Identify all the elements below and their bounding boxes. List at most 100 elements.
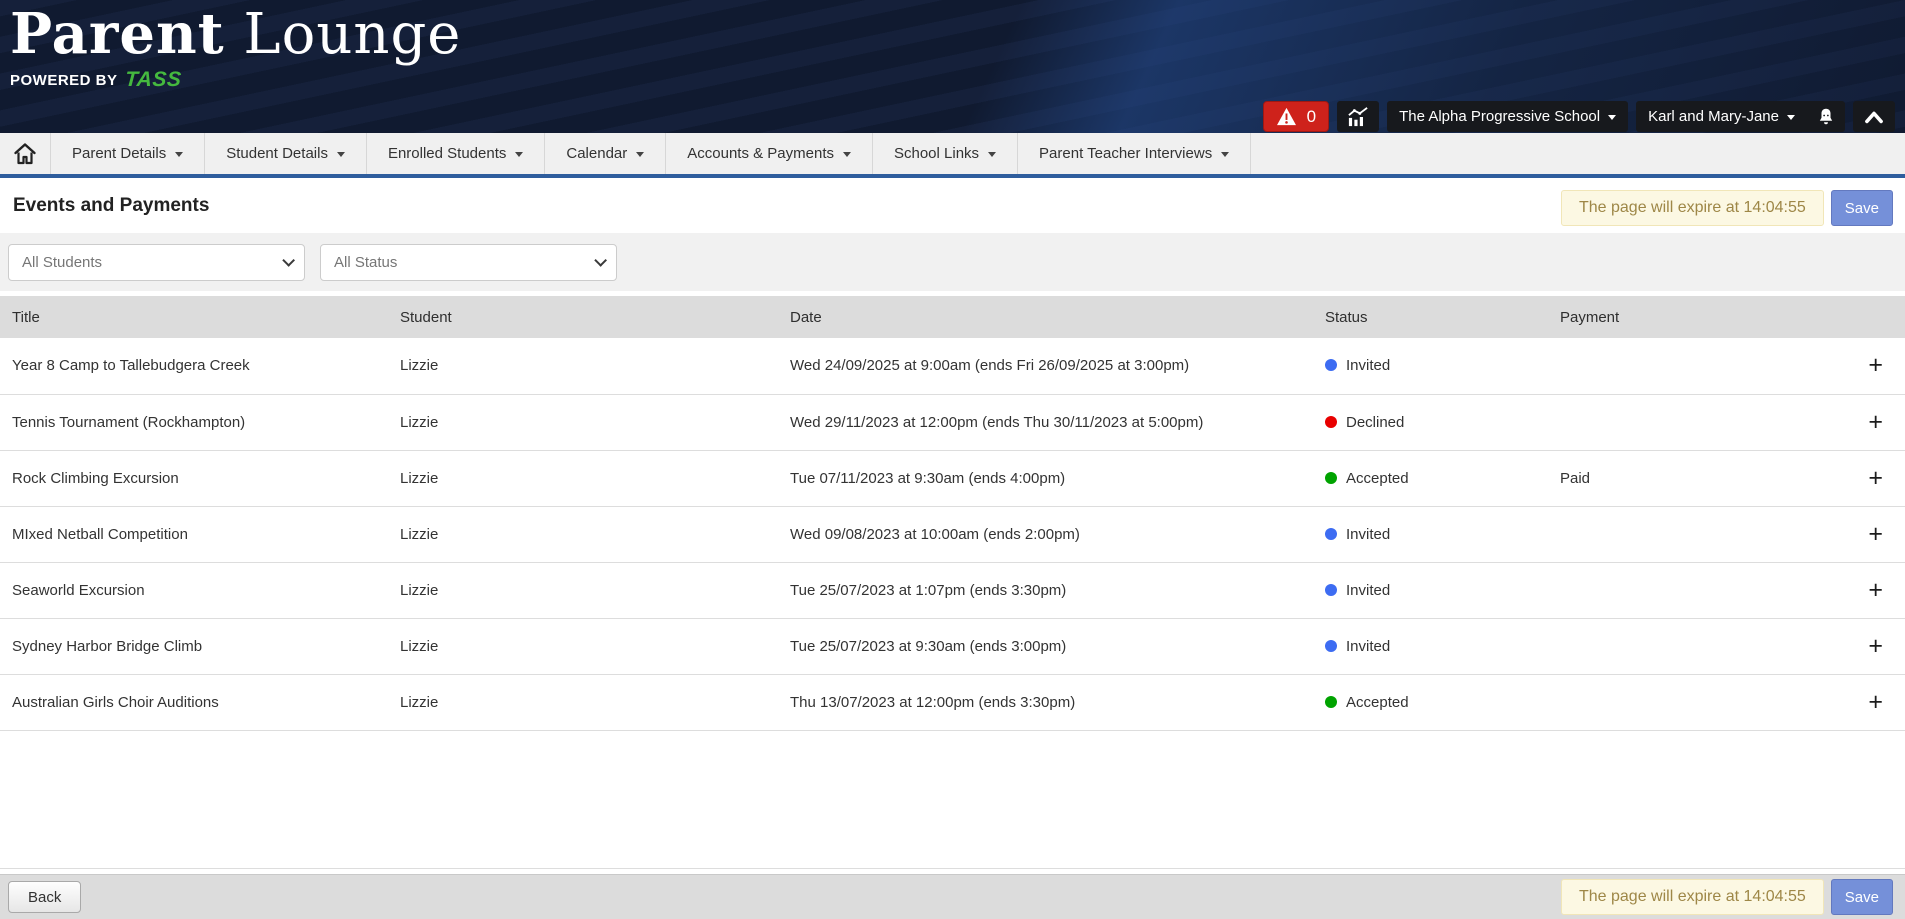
nav-item-label: Accounts & Payments [687, 145, 834, 162]
event-date: Thu 13/07/2023 at 12:00pm (ends 3:30pm) [778, 674, 1313, 730]
status-dot-icon [1325, 528, 1337, 540]
event-title: Year 8 Camp to Tallebudgera Creek [0, 338, 388, 394]
status-dot-icon [1325, 472, 1337, 484]
caret-down-icon [988, 152, 996, 161]
caret-down-icon [337, 152, 345, 161]
powered-by: POWERED BY TASS [10, 68, 461, 92]
add-event-button[interactable]: + [1868, 690, 1883, 715]
event-payment [1548, 394, 1808, 450]
nav-item-label: Calendar [566, 145, 627, 162]
app-header: Parent Lounge POWERED BY TASS 0 [0, 0, 1905, 133]
nav-items: Parent Details Student Details Enrolled … [51, 133, 1251, 174]
add-event-button[interactable]: + [1868, 578, 1883, 603]
chevron-down-icon [594, 254, 607, 267]
app-title: Parent Lounge [10, 2, 461, 67]
top-action-bar: The page will expire at 14:04:55 Save [1561, 190, 1893, 226]
events-table: Title Student Date Status Payment Year 8… [0, 296, 1905, 731]
tass-brand-logo: TASS [124, 68, 182, 92]
collapse-header-button[interactable] [1853, 101, 1895, 132]
user-dropdown[interactable]: Karl and Mary-Jane [1636, 101, 1807, 132]
warning-triangle-icon [1276, 107, 1297, 126]
caret-down-icon [636, 152, 644, 161]
table-header-row: Title Student Date Status Payment [0, 296, 1905, 338]
alerts-button[interactable]: 0 [1263, 101, 1329, 132]
add-event-button[interactable]: + [1868, 353, 1883, 378]
add-event-button[interactable]: + [1868, 634, 1883, 659]
event-payment: Paid [1548, 450, 1808, 506]
event-status-cell: Accepted [1313, 450, 1548, 506]
user-button-group: Karl and Mary-Jane [1636, 101, 1845, 132]
user-name: Karl and Mary-Jane [1648, 108, 1779, 125]
nav-item-student-details[interactable]: Student Details [205, 133, 367, 174]
nav-item-label: Enrolled Students [388, 145, 506, 162]
event-row: Seaworld Excursion Lizzie Tue 25/07/2023… [0, 562, 1905, 618]
event-row: Tennis Tournament (Rockhampton) Lizzie W… [0, 394, 1905, 450]
column-header-title: Title [0, 296, 388, 338]
event-title: Seaworld Excursion [0, 562, 388, 618]
nav-home-button[interactable] [0, 133, 51, 174]
reports-button[interactable] [1337, 101, 1379, 132]
event-title: Tennis Tournament (Rockhampton) [0, 394, 388, 450]
event-date: Tue 07/11/2023 at 9:30am (ends 4:00pm) [778, 450, 1313, 506]
powered-by-label: POWERED BY [10, 72, 118, 89]
status-dot-icon [1325, 696, 1337, 708]
column-header-date: Date [778, 296, 1313, 338]
nav-item-parent-details[interactable]: Parent Details [51, 133, 205, 174]
notification-bell-icon [1817, 107, 1835, 127]
event-student: Lizzie [388, 674, 778, 730]
event-status-cell: Invited [1313, 506, 1548, 562]
event-payment [1548, 506, 1808, 562]
event-payment [1548, 338, 1808, 394]
event-student: Lizzie [388, 506, 778, 562]
event-row: MIxed Netball Competition Lizzie Wed 09/… [0, 506, 1905, 562]
caret-down-icon [1608, 115, 1616, 124]
nav-item-enrolled-students[interactable]: Enrolled Students [367, 133, 545, 174]
status-label: Invited [1346, 582, 1390, 599]
status-label: Accepted [1346, 694, 1409, 711]
event-row: Australian Girls Choir Auditions Lizzie … [0, 674, 1905, 730]
save-button[interactable]: Save [1831, 190, 1893, 226]
nav-item-parent-teacher-interviews[interactable]: Parent Teacher Interviews [1018, 133, 1251, 174]
session-expiry-notice: The page will expire at 14:04:55 [1561, 879, 1824, 915]
status-label: Invited [1346, 357, 1390, 374]
event-student: Lizzie [388, 338, 778, 394]
nav-item-label: School Links [894, 145, 979, 162]
caret-down-icon [175, 152, 183, 161]
event-date: Tue 25/07/2023 at 9:30am (ends 3:00pm) [778, 618, 1313, 674]
nav-item-calendar[interactable]: Calendar [545, 133, 666, 174]
add-event-button[interactable]: + [1868, 410, 1883, 435]
students-filter-select[interactable]: All Students [8, 244, 305, 281]
event-status-cell: Invited [1313, 338, 1548, 394]
event-student: Lizzie [388, 394, 778, 450]
column-header-status: Status [1313, 296, 1548, 338]
caret-down-icon [1221, 152, 1229, 161]
event-date: Wed 09/08/2023 at 10:00am (ends 2:00pm) [778, 506, 1313, 562]
status-dot-icon [1325, 359, 1337, 371]
app-title-lounge: Lounge [243, 2, 461, 67]
status-label: Invited [1346, 638, 1390, 655]
event-status-cell: Declined [1313, 394, 1548, 450]
nav-item-accounts-payments[interactable]: Accounts & Payments [666, 133, 873, 174]
notifications-bell-button[interactable] [1807, 101, 1845, 132]
chevron-down-icon [282, 254, 295, 267]
column-header-payment: Payment [1548, 296, 1808, 338]
event-row: Rock Climbing Excursion Lizzie Tue 07/11… [0, 450, 1905, 506]
event-status-cell: Invited [1313, 618, 1548, 674]
content-divider [0, 868, 1905, 869]
back-button[interactable]: Back [8, 881, 81, 913]
status-label: Accepted [1346, 470, 1409, 487]
event-row: Sydney Harbor Bridge Climb Lizzie Tue 25… [0, 618, 1905, 674]
nav-item-school-links[interactable]: School Links [873, 133, 1018, 174]
status-dot-icon [1325, 416, 1337, 428]
page-title: Events and Payments [13, 195, 209, 217]
event-payment [1548, 562, 1808, 618]
status-filter-select[interactable]: All Status [320, 244, 617, 281]
event-student: Lizzie [388, 450, 778, 506]
school-dropdown[interactable]: The Alpha Progressive School [1387, 101, 1628, 132]
app-logo: Parent Lounge POWERED BY TASS [10, 2, 461, 92]
add-event-button[interactable]: + [1868, 522, 1883, 547]
filter-bar: All Students All Status [0, 233, 1905, 291]
add-event-button[interactable]: + [1868, 466, 1883, 491]
save-button[interactable]: Save [1831, 879, 1893, 915]
alert-count: 0 [1307, 107, 1316, 127]
